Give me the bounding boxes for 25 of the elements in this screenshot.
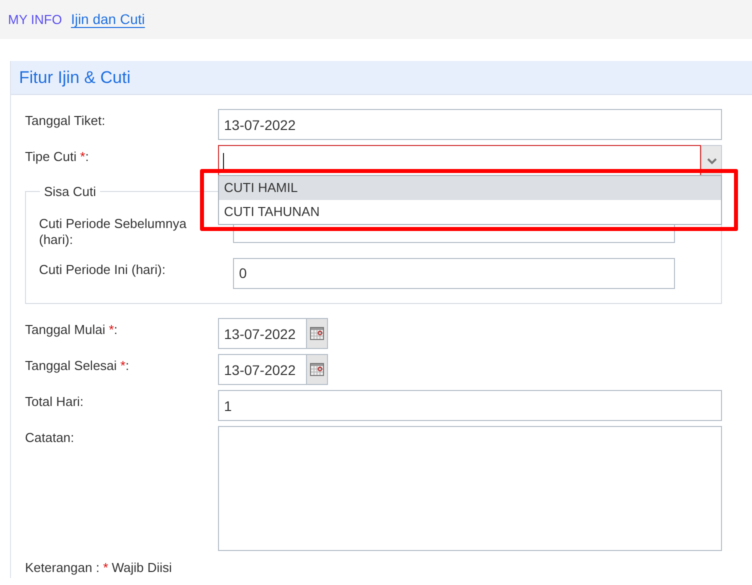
required-note: Keterangan : * Wajib Diisi xyxy=(25,559,173,577)
breadcrumb-link[interactable]: MY INFO xyxy=(8,10,62,30)
field-label: Tipe Cuti *: xyxy=(25,148,90,166)
calendar-button[interactable] xyxy=(307,354,328,385)
notes-field[interactable] xyxy=(218,426,722,551)
field-label: Cuti Periode Ini (hari): xyxy=(39,260,166,279)
field-label: Tanggal Mulai *: xyxy=(25,321,119,339)
calendar-button[interactable] xyxy=(307,318,328,349)
group-legend: Sisa Cuti xyxy=(40,182,100,202)
field-label: Catatan: xyxy=(25,429,76,447)
breadcrumb-link[interactable]: Ijin dan Cuti xyxy=(70,9,145,30)
field-label: Total Hari: xyxy=(25,393,85,411)
field-label: Tanggal Selesai *: xyxy=(25,357,130,375)
input-field[interactable]: 1 xyxy=(218,390,722,421)
field-label: Cuti Periode Sebelumnya (hari): xyxy=(39,214,188,248)
field-label: Tanggal Tiket: xyxy=(25,112,106,130)
date-field[interactable]: 13-07-2022 xyxy=(218,354,307,385)
calendar-icon xyxy=(310,363,324,376)
input-field[interactable]: 0 xyxy=(233,258,675,288)
panel-header: Fitur Ijin & Cuti xyxy=(11,61,752,95)
input-field[interactable]: 13-07-2022 xyxy=(218,109,722,140)
calendar-icon xyxy=(310,327,324,340)
chevron-down-icon xyxy=(706,158,716,164)
dropdown-option[interactable]: CUTI HAMIL xyxy=(219,176,721,200)
date-field[interactable]: 13-07-2022 xyxy=(218,318,307,349)
